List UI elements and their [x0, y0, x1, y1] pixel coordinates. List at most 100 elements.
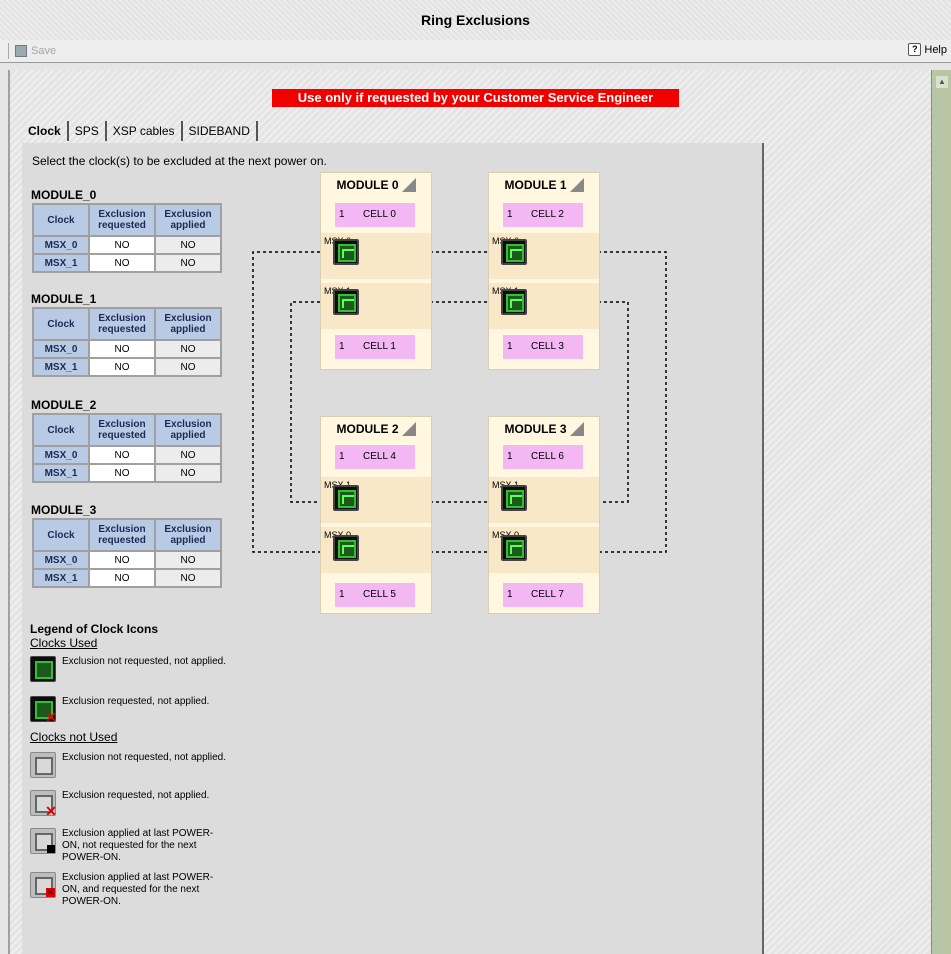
requested-cell[interactable]: NO — [88, 339, 156, 359]
clock-green-excluded-icon: ✕ — [30, 696, 57, 724]
cell-label: CELL 3 — [531, 341, 564, 352]
requested-header: Exclusion requested — [88, 413, 156, 447]
corner-triangle-icon[interactable] — [569, 421, 584, 436]
table-row: MSX_1 NO NO — [32, 253, 222, 273]
save-button[interactable]: Save — [8, 43, 56, 59]
msx-band: MSX 0 — [489, 527, 599, 573]
cell-number: 1 — [507, 341, 513, 352]
msx-band: MSX 1 — [489, 283, 599, 329]
module-1-title: MODULE_1 — [31, 292, 97, 306]
module-2-box: MODULE 2 1 CELL 4 MSX 1 MSX 0 1 CELL 5 — [320, 416, 432, 614]
requested-cell[interactable]: NO — [88, 357, 156, 377]
save-label: Save — [31, 45, 57, 57]
cell-box[interactable]: 1 CELL 7 — [503, 583, 583, 607]
cell-number: 1 — [507, 451, 513, 462]
tab-clock[interactable]: Clock — [22, 121, 69, 141]
clock-green-icon[interactable] — [333, 485, 359, 511]
cell-box[interactable]: 1 CELL 1 — [335, 335, 415, 359]
clock-cell: MSX_0 — [32, 339, 90, 359]
tab-sideband[interactable]: SIDEBAND — [183, 121, 258, 141]
cell-number: 1 — [339, 451, 345, 462]
legend-clocks-used: Clocks Used — [30, 636, 98, 650]
msx-band: MSX 0 — [321, 527, 431, 573]
cell-box[interactable]: 1 CELL 3 — [503, 335, 583, 359]
cell-number: 1 — [339, 341, 345, 352]
module-3-title: MODULE_3 — [31, 503, 97, 517]
cell-number: 1 — [339, 209, 345, 220]
clock-green-icon[interactable] — [501, 535, 527, 561]
floppy-icon — [15, 45, 27, 57]
requested-cell[interactable]: NO — [88, 550, 156, 570]
module-2-table: Clock Exclusion requested Exclusion applie… — [32, 413, 222, 483]
applied-header: Exclusion applied — [154, 518, 222, 552]
legend-item: Exclusion not requested, not applied. — [30, 752, 230, 778]
clock-header: Clock — [32, 203, 90, 237]
cell-number: 1 — [339, 589, 345, 600]
requested-cell[interactable]: NO — [88, 463, 156, 483]
msx-band: MSX 1 — [489, 477, 599, 523]
clock-green-icon[interactable] — [501, 239, 527, 265]
table-row: MSX_0 NO NO — [32, 235, 222, 255]
legend-clocks-not-used: Clocks not Used — [30, 730, 118, 744]
requested-cell[interactable]: NO — [88, 568, 156, 588]
tab-sps[interactable]: SPS — [69, 121, 107, 141]
clock-cell: MSX_1 — [32, 357, 90, 377]
clock-gray-icon — [30, 752, 56, 778]
legend-item: ✕ Exclusion requested, not applied. — [30, 790, 230, 818]
module-title: MODULE 3 — [504, 422, 567, 436]
table-row: MSX_1 NO NO — [32, 357, 222, 377]
vertical-scrollbar[interactable]: ▲ — [931, 70, 951, 954]
cell-box[interactable]: 1 CELL 5 — [335, 583, 415, 607]
module-3-table: Clock Exclusion requested Exclusion applie… — [32, 518, 222, 588]
clock-cell: MSX_0 — [32, 550, 90, 570]
requested-cell[interactable]: NO — [88, 253, 156, 273]
cell-box[interactable]: 1 CELL 6 — [503, 445, 583, 469]
cell-label: CELL 4 — [363, 451, 396, 462]
table-row: MSX_1 NO NO — [32, 463, 222, 483]
clock-cell: MSX_1 — [32, 568, 90, 588]
applied-cell: NO — [154, 235, 222, 255]
clock-gray-applied-icon — [30, 828, 56, 854]
requested-cell[interactable]: NO — [88, 235, 156, 255]
cell-label: CELL 7 — [531, 589, 564, 600]
cell-box[interactable]: 1 CELL 2 — [503, 203, 583, 227]
module-3-box: MODULE 3 1 CELL 6 MSX 1 MSX 0 1 CELL 7 — [488, 416, 600, 614]
cell-box[interactable]: 1 CELL 0 — [335, 203, 415, 227]
clock-cell: MSX_1 — [32, 253, 90, 273]
corner-triangle-icon[interactable] — [569, 177, 584, 192]
cell-label: CELL 0 — [363, 209, 396, 220]
module-header: MODULE 3 — [489, 417, 599, 441]
applied-cell: NO — [154, 445, 222, 465]
clock-green-icon[interactable] — [333, 239, 359, 265]
clock-cell: MSX_1 — [32, 463, 90, 483]
clock-green-icon[interactable] — [333, 289, 359, 315]
help-label: Help — [924, 43, 947, 56]
applied-header: Exclusion applied — [154, 203, 222, 237]
corner-triangle-icon[interactable] — [401, 177, 416, 192]
module-title: MODULE 1 — [504, 178, 567, 192]
tab-xsp-cables[interactable]: XSP cables — [107, 121, 183, 141]
requested-cell[interactable]: NO — [88, 445, 156, 465]
legend-item: Exclusion not requested, not applied. — [30, 656, 230, 682]
legend-text: Exclusion requested, not applied. — [62, 696, 210, 707]
cell-label: CELL 2 — [531, 209, 564, 220]
scroll-up-arrow-icon[interactable]: ▲ — [936, 76, 948, 88]
help-button[interactable]: ? Help — [908, 43, 947, 56]
module-title: MODULE 2 — [336, 422, 399, 436]
cell-box[interactable]: 1 CELL 4 — [335, 445, 415, 469]
clock-green-icon[interactable] — [501, 289, 527, 315]
applied-cell: NO — [154, 463, 222, 483]
module-header: MODULE 2 — [321, 417, 431, 441]
legend-text: Exclusion applied at last POWER-ON, not … — [62, 828, 214, 863]
clock-green-icon[interactable] — [333, 535, 359, 561]
module-0-box: MODULE 0 1 CELL 0 MSX 0 MSX 1 1 CELL 1 — [320, 172, 432, 370]
applied-cell: NO — [154, 568, 222, 588]
clock-cell: MSX_0 — [32, 445, 90, 465]
corner-triangle-icon[interactable] — [401, 421, 416, 436]
instruction-text: Select the clock(s) to be excluded at th… — [32, 154, 327, 168]
applied-cell: NO — [154, 357, 222, 377]
module-1-box: MODULE 1 1 CELL 2 MSX 0 MSX 1 1 CELL 3 — [488, 172, 600, 370]
clock-green-icon[interactable] — [501, 485, 527, 511]
clock-gray-excluded-icon: ✕ — [30, 790, 57, 818]
help-icon: ? — [908, 43, 922, 56]
